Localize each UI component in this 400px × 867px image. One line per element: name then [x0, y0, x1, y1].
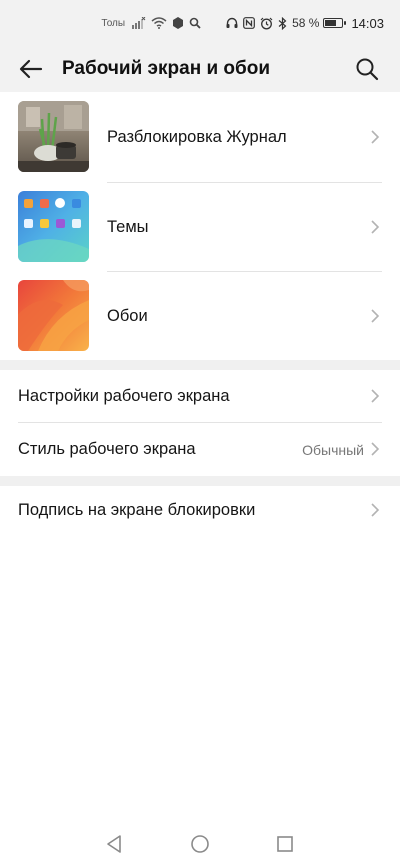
navigation-bar [0, 820, 400, 867]
nfc-icon [243, 17, 255, 29]
home-screen-style-label: Стиль рабочего экрана [18, 440, 196, 458]
list-item-magazine-unlock[interactable]: Разблокировка Журнал [0, 92, 400, 181]
alarm-icon [260, 17, 273, 30]
headphones-icon [226, 17, 238, 29]
lock-screen-signature-label: Подпись на экране блокировки [18, 501, 256, 519]
list-item-themes[interactable]: Темы [0, 182, 400, 271]
wallpapers-label: Обои [107, 307, 148, 325]
themes-label: Темы [107, 218, 149, 236]
magazine-unlock-thumbnail [18, 101, 89, 172]
section-separator [0, 360, 400, 370]
themes-thumbnail [18, 191, 89, 262]
chevron-right-icon [371, 130, 380, 144]
search-small-icon [189, 17, 201, 29]
nav-home-icon[interactable] [188, 832, 212, 856]
status-bar: Толы 58 % 14:03 [0, 0, 400, 46]
bluetooth-icon [278, 16, 287, 30]
clock: 14:03 [351, 15, 384, 31]
content-list: Разблокировка Журнал Темы Обои [0, 92, 400, 360]
list-item-wallpapers[interactable]: Обои [0, 271, 400, 360]
signal-icon [132, 17, 146, 29]
chevron-right-icon [371, 220, 380, 234]
home-screen-settings-label: Настройки рабочего экрана [18, 387, 230, 405]
battery-percent: 58 % [292, 16, 320, 30]
wifi-icon [151, 17, 167, 29]
screen: Толы 58 % 14:03 Рабочий экран и обои Раз… [0, 0, 400, 867]
chevron-right-icon [371, 309, 380, 323]
chevron-right-icon [371, 442, 380, 456]
shield-icon [172, 17, 184, 29]
home-screen-settings-row[interactable]: Настройки рабочего экрана [0, 370, 400, 423]
chevron-right-icon [371, 389, 380, 403]
battery-icon [323, 18, 347, 28]
home-screen-style-value: Обычный [302, 441, 364, 458]
chevron-right-icon [371, 503, 380, 517]
wallpapers-thumbnail [18, 280, 89, 351]
nav-recents-icon[interactable] [273, 832, 297, 856]
search-icon[interactable] [352, 54, 382, 84]
carrier-label: Толы [101, 17, 126, 29]
home-screen-style-row[interactable]: Стиль рабочего экрана Обычный [0, 423, 400, 476]
magazine-unlock-label: Разблокировка Журнал [107, 128, 287, 146]
nav-back-icon[interactable] [102, 832, 126, 856]
page-title: Рабочий экран и обои [62, 58, 271, 79]
back-arrow-icon[interactable] [16, 54, 46, 84]
lock-screen-signature-row[interactable]: Подпись на экране блокировки [0, 484, 400, 537]
app-bar: Рабочий экран и обои [0, 46, 400, 92]
